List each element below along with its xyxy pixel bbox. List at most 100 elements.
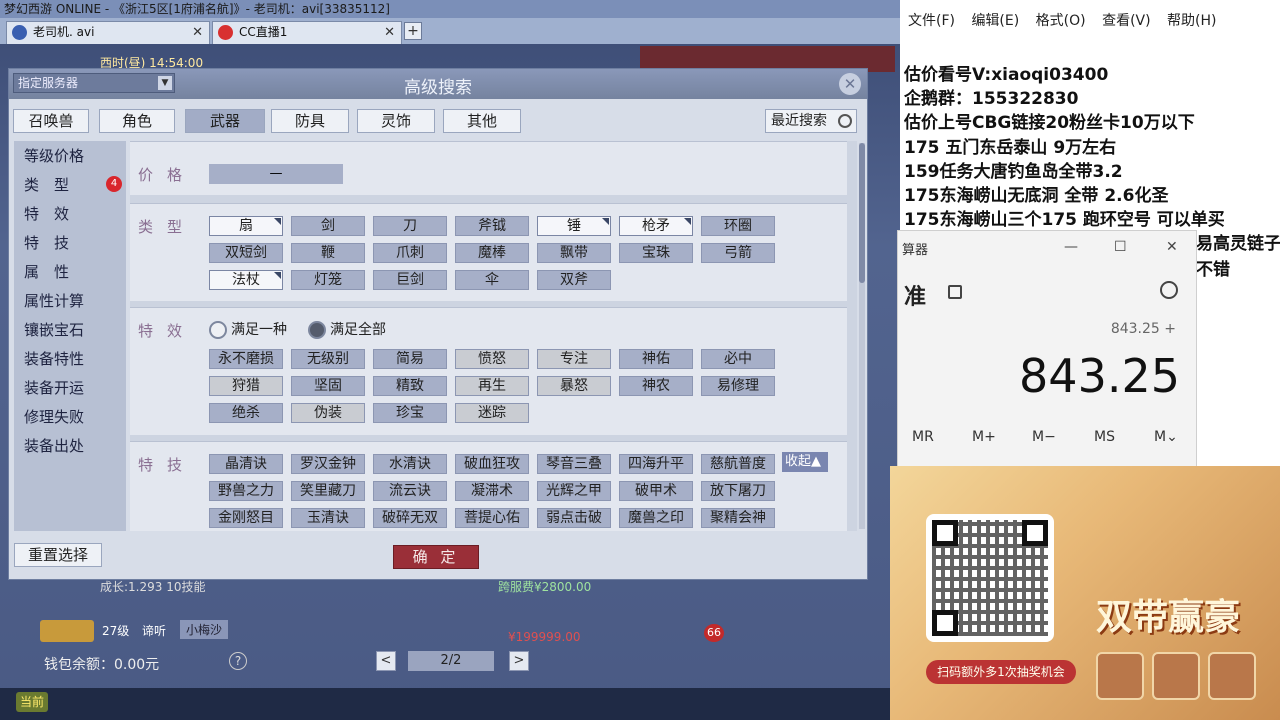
filter-chip[interactable]: 环圈 bbox=[701, 216, 775, 236]
filter-chip[interactable]: 魔棒 bbox=[455, 243, 529, 263]
filter-chip[interactable]: 破血狂攻 bbox=[455, 454, 529, 474]
category-tab[interactable]: 灵饰 bbox=[357, 109, 435, 133]
filter-chip[interactable]: 伞 bbox=[455, 270, 529, 290]
sidebar-item[interactable]: 类 型 bbox=[24, 174, 69, 195]
tab-cc-live[interactable]: CC直播1 ✕ bbox=[212, 21, 402, 44]
filter-chip[interactable]: 飘带 bbox=[537, 243, 611, 263]
price-range-input[interactable]: — bbox=[209, 164, 343, 184]
keep-on-top-icon[interactable] bbox=[948, 285, 962, 299]
filter-chip[interactable]: 宝珠 bbox=[619, 243, 693, 263]
filter-chip[interactable]: 神佑 bbox=[619, 349, 693, 369]
memory-list-button[interactable]: M⌄ bbox=[1154, 429, 1178, 445]
next-page-button[interactable]: > bbox=[509, 651, 529, 671]
filter-chip[interactable]: 刀 bbox=[373, 216, 447, 236]
category-tab[interactable]: 防具 bbox=[271, 109, 349, 133]
promo-cta[interactable]: 扫码额外多1次抽奖机会 bbox=[926, 660, 1076, 684]
filter-chip[interactable]: 暴怒 bbox=[537, 376, 611, 396]
close-button[interactable]: ✕ bbox=[1166, 239, 1178, 255]
filter-chip[interactable]: 伪装 bbox=[291, 403, 365, 423]
memory-add-button[interactable]: M+ bbox=[972, 429, 996, 445]
filter-chip[interactable]: 无级别 bbox=[291, 349, 365, 369]
filter-chip[interactable]: 聚精会神 bbox=[701, 508, 775, 528]
filter-chip[interactable]: 扇 bbox=[209, 216, 283, 236]
filter-chip[interactable]: 法杖 bbox=[209, 270, 283, 290]
filter-chip[interactable]: 玉清诀 bbox=[291, 508, 365, 528]
calculator-mode[interactable]: 准 bbox=[904, 279, 926, 311]
filter-chip[interactable]: 绝杀 bbox=[209, 403, 283, 423]
new-tab-button[interactable]: + bbox=[404, 22, 422, 40]
filter-chip[interactable]: 罗汉金钟 bbox=[291, 454, 365, 474]
sidebar-item[interactable]: 特 技 bbox=[24, 232, 69, 253]
filter-chip[interactable]: 专注 bbox=[537, 349, 611, 369]
menu-edit[interactable]: 编辑(E) bbox=[971, 13, 1019, 29]
sidebar-item[interactable]: 属 性 bbox=[24, 261, 69, 282]
filter-chip[interactable]: 斧钺 bbox=[455, 216, 529, 236]
help-icon[interactable]: ? bbox=[229, 652, 247, 670]
menu-file[interactable]: 文件(F) bbox=[908, 13, 955, 29]
sidebar-item[interactable]: 装备特性 bbox=[24, 348, 84, 369]
filter-chip[interactable]: 双短剑 bbox=[209, 243, 283, 263]
sidebar-item[interactable]: 等级价格 bbox=[24, 145, 84, 166]
match-any-radio[interactable]: 满足一种 bbox=[209, 320, 287, 340]
filter-chip[interactable]: 琴音三叠 bbox=[537, 454, 611, 474]
filter-chip[interactable]: 野兽之力 bbox=[209, 481, 283, 501]
menu-view[interactable]: 查看(V) bbox=[1102, 13, 1151, 29]
filter-chip[interactable]: 坚固 bbox=[291, 376, 365, 396]
list-item[interactable]: 成长:1.293 10技能 跨服费¥2800.00 bbox=[30, 578, 870, 618]
filter-chip[interactable]: 愤怒 bbox=[455, 349, 529, 369]
category-tab[interactable]: 角色 bbox=[99, 109, 175, 133]
filter-chip[interactable]: 凝滞术 bbox=[455, 481, 529, 501]
filter-chip[interactable]: 水清诀 bbox=[373, 454, 447, 474]
filter-chip[interactable]: 枪矛 bbox=[619, 216, 693, 236]
category-tab[interactable]: 其他 bbox=[443, 109, 521, 133]
qr-code[interactable] bbox=[926, 514, 1054, 642]
scrollbar-thumb[interactable] bbox=[859, 143, 865, 283]
filter-chip[interactable]: 狩猎 bbox=[209, 376, 283, 396]
filter-chip[interactable]: 灯笼 bbox=[291, 270, 365, 290]
filter-chip[interactable]: 笑里藏刀 bbox=[291, 481, 365, 501]
recent-search-button[interactable]: 最近搜索 bbox=[765, 109, 857, 133]
close-icon[interactable]: ✕ bbox=[384, 22, 395, 43]
sidebar-item[interactable]: 装备开运 bbox=[24, 377, 84, 398]
filter-chip[interactable]: 鞭 bbox=[291, 243, 365, 263]
history-icon[interactable] bbox=[1160, 281, 1178, 299]
filter-chip[interactable]: 再生 bbox=[455, 376, 529, 396]
scrollbar[interactable] bbox=[859, 143, 865, 529]
maximize-button[interactable]: ☐ bbox=[1114, 239, 1127, 255]
menu-help[interactable]: 帮助(H) bbox=[1167, 13, 1216, 29]
filter-chip[interactable]: 必中 bbox=[701, 349, 775, 369]
filter-chip[interactable]: 剑 bbox=[291, 216, 365, 236]
match-all-radio[interactable]: 满足全部 bbox=[308, 320, 386, 340]
filter-chip[interactable]: 易修理 bbox=[701, 376, 775, 396]
current-channel[interactable]: 当前 bbox=[16, 692, 48, 712]
server-select[interactable]: 指定服务器 ▼ bbox=[13, 73, 175, 93]
filter-chip[interactable]: 菩提心佑 bbox=[455, 508, 529, 528]
filter-chip[interactable]: 神农 bbox=[619, 376, 693, 396]
filter-chip[interactable]: 简易 bbox=[373, 349, 447, 369]
prev-page-button[interactable]: < bbox=[376, 651, 396, 671]
filter-chip[interactable]: 弱点击破 bbox=[537, 508, 611, 528]
filter-chip[interactable]: 晶清诀 bbox=[209, 454, 283, 474]
filter-chip[interactable]: 流云诀 bbox=[373, 481, 447, 501]
sidebar-item[interactable]: 装备出处 bbox=[24, 435, 84, 456]
filter-chip[interactable]: 光辉之甲 bbox=[537, 481, 611, 501]
close-icon[interactable]: ✕ bbox=[192, 22, 203, 43]
filter-chip[interactable]: 慈航普度 bbox=[701, 454, 775, 474]
seller-tag[interactable]: 小梅沙 bbox=[180, 620, 229, 639]
memory-subtract-button[interactable]: M− bbox=[1032, 429, 1056, 445]
filter-chip[interactable]: 迷踪 bbox=[455, 403, 529, 423]
filter-chip[interactable]: 魔兽之印 bbox=[619, 508, 693, 528]
minimize-button[interactable]: — bbox=[1064, 239, 1078, 255]
collapse-button[interactable]: 收起▲ bbox=[782, 452, 828, 472]
filter-chip[interactable]: 爪刺 bbox=[373, 243, 447, 263]
filter-chip[interactable]: 巨剑 bbox=[373, 270, 447, 290]
category-tab[interactable]: 武器 bbox=[185, 109, 265, 133]
filter-chip[interactable]: 四海升平 bbox=[619, 454, 693, 474]
filter-chip[interactable]: 破甲术 bbox=[619, 481, 693, 501]
filter-chip[interactable]: 珍宝 bbox=[373, 403, 447, 423]
sidebar-item[interactable]: 特 效 bbox=[24, 203, 69, 224]
filter-chip[interactable]: 锤 bbox=[537, 216, 611, 236]
reset-button[interactable]: 重置选择 bbox=[14, 543, 102, 567]
filter-chip[interactable]: 破碎无双 bbox=[373, 508, 447, 528]
close-button[interactable]: ✕ bbox=[839, 73, 861, 95]
